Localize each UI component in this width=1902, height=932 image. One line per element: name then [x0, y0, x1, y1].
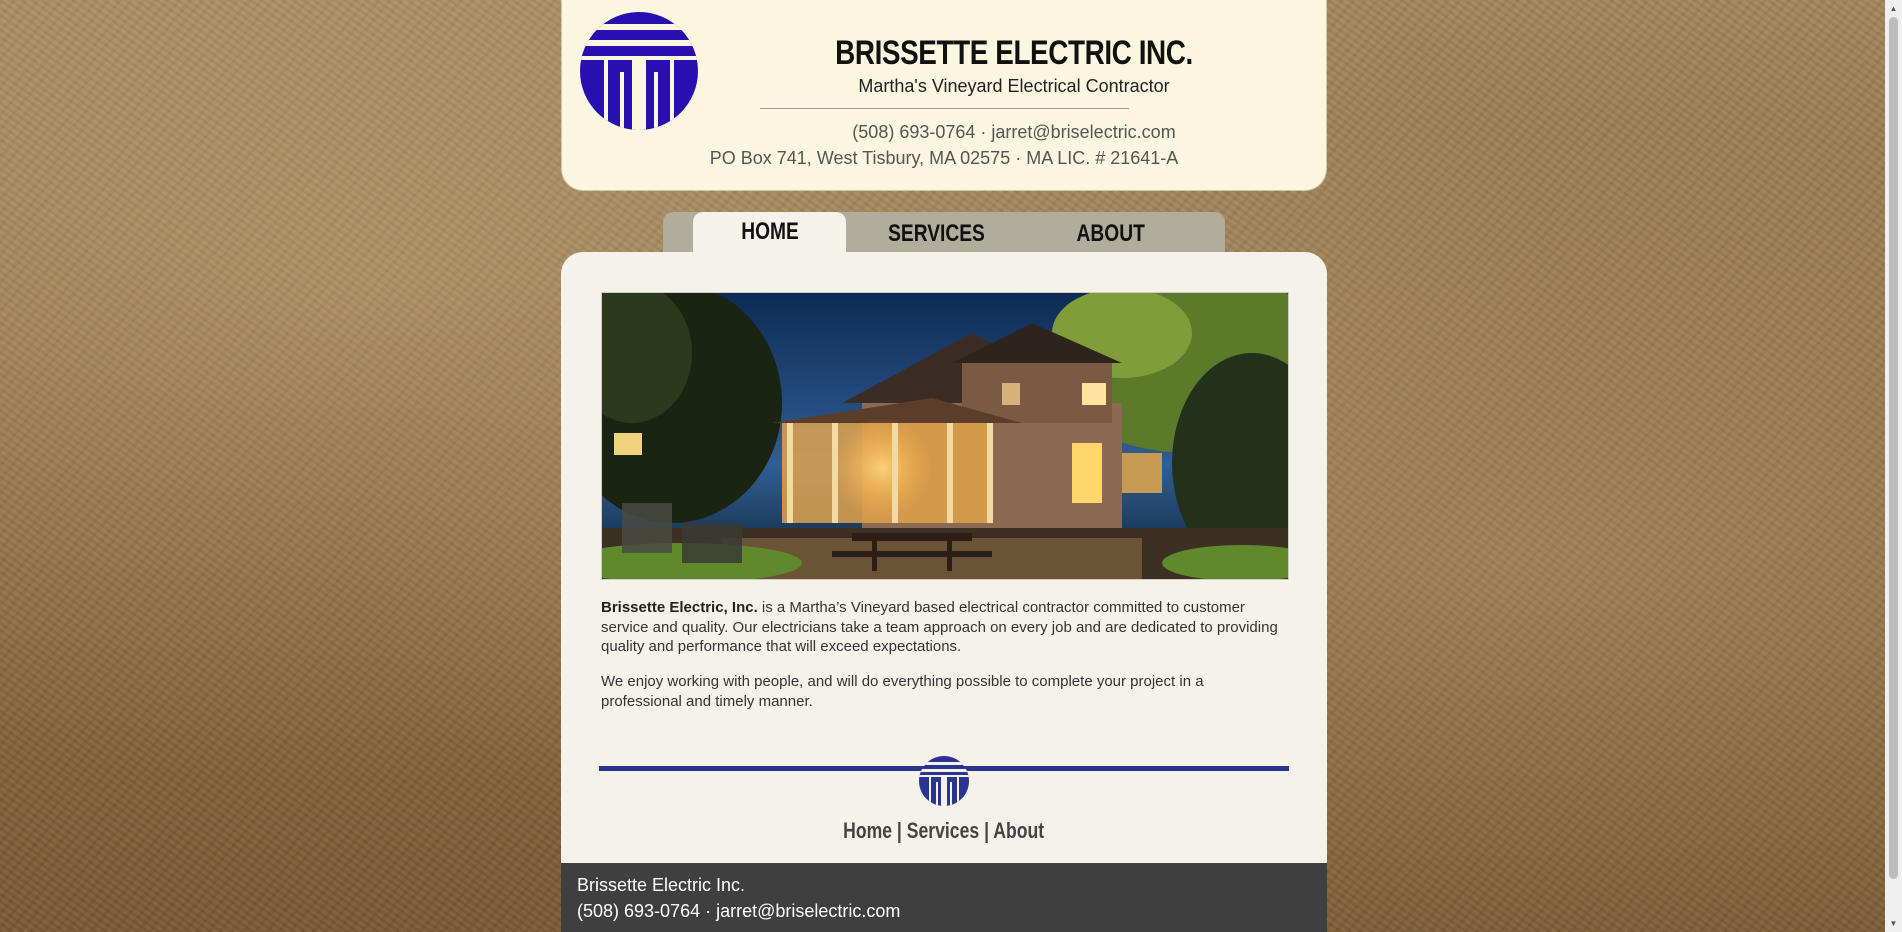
brissette-logo-icon[interactable] [580, 12, 698, 130]
scroll-up-arrow-icon[interactable]: ▲ [1885, 0, 1902, 17]
footer-link-services[interactable]: Services [907, 818, 979, 843]
footer-separator: | [897, 818, 903, 843]
footer-link-about[interactable]: About [994, 818, 1045, 843]
brissette-small-logo-icon [919, 756, 969, 806]
tab-about[interactable]: ABOUT [1021, 214, 1201, 254]
company-title: BRISSETTE ELECTRIC INC. [835, 34, 1193, 72]
footer-link-home[interactable]: Home [844, 818, 893, 843]
footer-nav: Home | Services | About [561, 818, 1327, 844]
main-nav: HOME SERVICES ABOUT [663, 212, 1225, 254]
header-divider [760, 108, 1129, 109]
second-paragraph: We enjoy working with people, and will d… [601, 673, 1204, 710]
scroll-down-arrow-icon[interactable]: ▼ [1885, 915, 1902, 932]
hero-photo-house-at-night [601, 292, 1289, 580]
tab-home[interactable]: HOME [693, 212, 846, 254]
main-content: Brissette Electric, Inc. is a Martha’s V… [561, 252, 1327, 864]
tab-home-label: HOME [740, 218, 799, 245]
footer-separator: | [984, 818, 990, 843]
company-tagline: Martha's Vineyard Electrical Contractor [858, 76, 1170, 96]
tab-services-label: SERVICES [887, 220, 985, 247]
bottom-company-name: Brissette Electric Inc. [577, 875, 746, 895]
header-address: PO Box 741, West Tisbury, MA 02575 · MA … [709, 148, 1179, 168]
bottom-contact-bar: Brissette Electric Inc. (508) 693-0764 ·… [561, 863, 1327, 932]
site-header: BRISSETTE ELECTRIC INC. Martha's Vineyar… [561, 0, 1327, 191]
tab-services[interactable]: SERVICES [851, 214, 1021, 254]
scrollbar-thumb[interactable] [1889, 17, 1898, 879]
vertical-scrollbar[interactable]: ▲ ▼ [1885, 0, 1902, 932]
tab-about-label: ABOUT [1076, 220, 1146, 247]
intro-paragraph: Brissette Electric, Inc. is a Martha’s V… [601, 598, 1291, 657]
header-contact: (508) 693-0764 · jarret@briselectric.com [852, 122, 1176, 142]
intro-company-name: Brissette Electric, Inc. [601, 599, 758, 616]
bottom-contact-line: (508) 693-0764 · jarret@briselectric.com [577, 901, 901, 921]
